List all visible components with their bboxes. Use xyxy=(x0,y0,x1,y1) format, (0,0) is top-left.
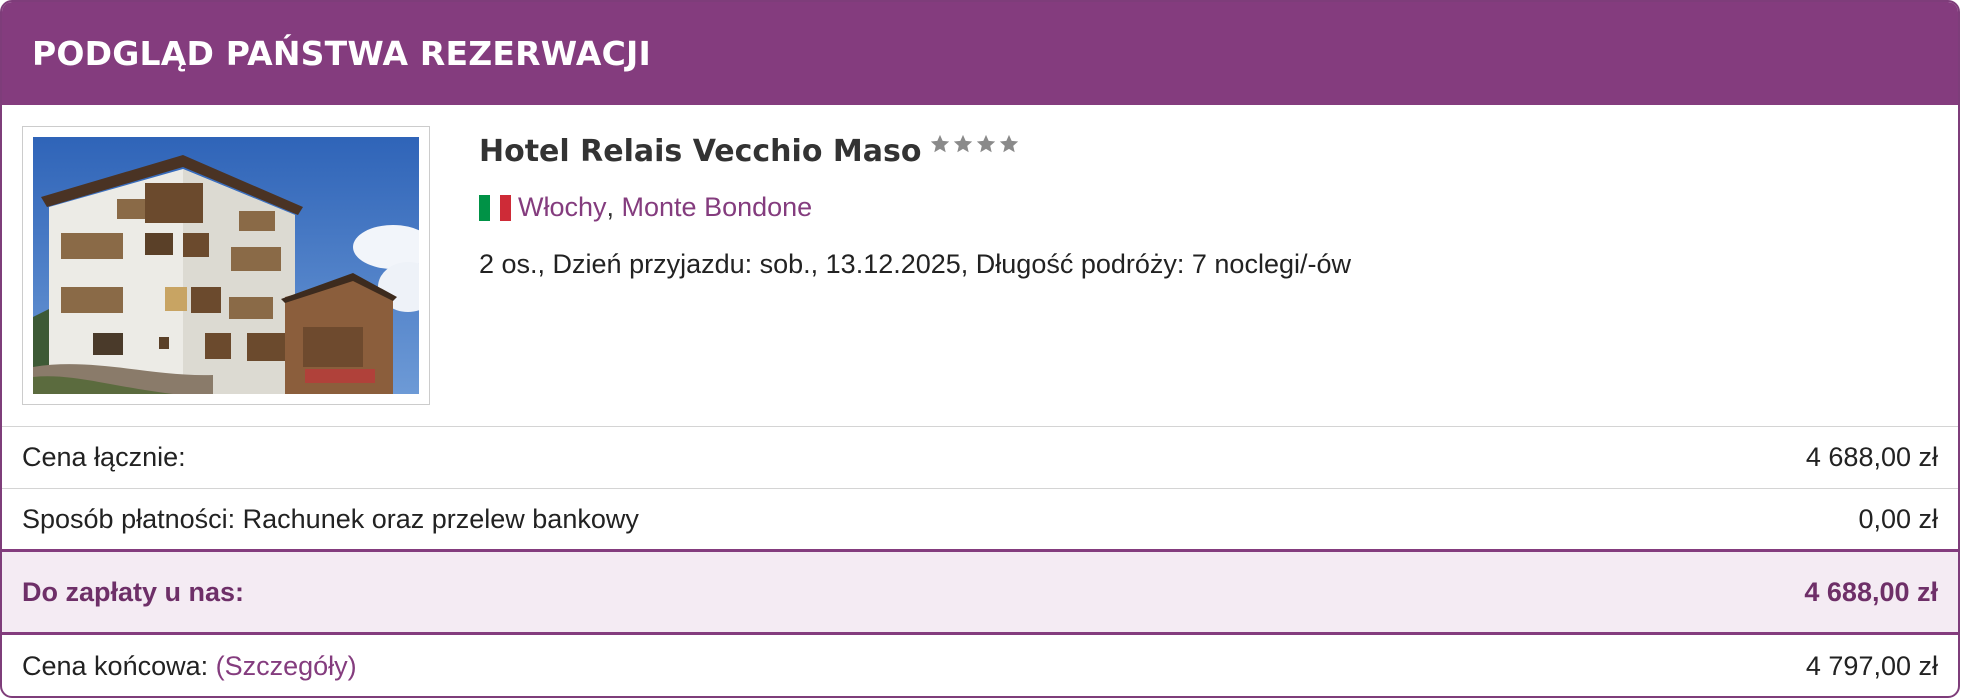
hotel-section: Hotel Relais Vecchio Maso Włochy, Monte … xyxy=(2,105,1958,427)
total-price-value: 4 688,00 zł xyxy=(1805,442,1938,472)
payment-method-label: Sposób płatności: Rachunek oraz przelew … xyxy=(22,503,639,534)
region-link[interactable]: Monte Bondone xyxy=(622,192,813,223)
hotel-photo-frame xyxy=(22,126,430,405)
final-price-value: 4 797,00 zł xyxy=(1805,651,1938,681)
trip-details: 2 os., Dzień przyjazdu: sob., 13.12.2025… xyxy=(479,249,1351,279)
final-price-label: Cena końcowa: xyxy=(22,651,216,681)
amount-due-label: Do zapłaty u nas: xyxy=(22,576,245,607)
hotel-name-row: Hotel Relais Vecchio Maso xyxy=(479,129,1351,175)
amount-due-value: 4 688,00 zł xyxy=(1804,576,1938,607)
hotel-star-rating xyxy=(929,133,1021,155)
booking-summary-card: PODGLĄD PAŃSTWA REZERWACJI Hotel Relais … xyxy=(0,0,1960,698)
payment-method-row: Sposób płatności: Rachunek oraz przelew … xyxy=(2,489,1958,552)
final-price-row: Cena końcowa: (Szczegóły) 4 797,00 zł xyxy=(2,635,1958,696)
total-price-label: Cena łącznie: xyxy=(22,442,186,472)
header-bar: PODGLĄD PAŃSTWA REZERWACJI xyxy=(2,2,1958,105)
hotel-photo xyxy=(33,137,419,394)
hotel-location: Włochy, Monte Bondone xyxy=(479,192,1351,223)
total-price-row: Cena łącznie: 4 688,00 zł xyxy=(2,427,1958,489)
amount-due-row: Do zapłaty u nas: 4 688,00 zł xyxy=(2,552,1958,635)
italy-flag-icon xyxy=(479,194,512,221)
location-separator: , xyxy=(606,192,622,222)
page-title: PODGLĄD PAŃSTWA REZERWACJI xyxy=(32,34,651,73)
hotel-info: Hotel Relais Vecchio Maso Włochy, Monte … xyxy=(479,129,1351,280)
star-icon xyxy=(954,134,973,153)
payment-method-value: 0,00 zł xyxy=(1858,503,1938,534)
final-price-label-group: Cena końcowa: (Szczegóły) xyxy=(22,651,357,682)
price-details-link[interactable]: (Szczegóły) xyxy=(216,651,357,681)
star-icon xyxy=(1000,134,1019,153)
star-icon xyxy=(931,134,950,153)
hotel-name[interactable]: Hotel Relais Vecchio Maso xyxy=(479,129,921,175)
country-link[interactable]: Włochy xyxy=(518,192,607,223)
star-icon xyxy=(977,134,996,153)
